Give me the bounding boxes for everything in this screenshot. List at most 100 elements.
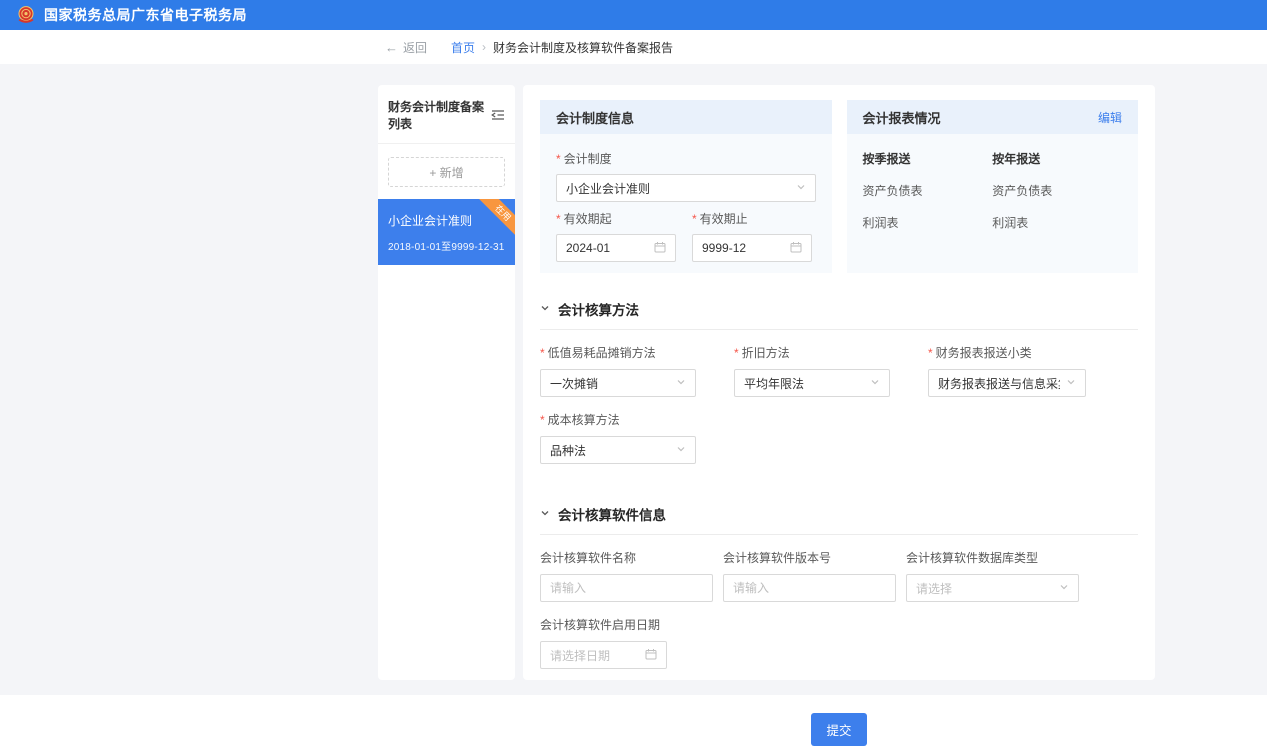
workspace: 财务会计制度备案列表 + 新增 小企业会计准则 2018-01-01至9999-… xyxy=(0,64,1267,695)
database-type-select[interactable]: 请选择 xyxy=(906,574,1079,602)
software-name-input[interactable] xyxy=(540,574,713,602)
chevron-down-icon xyxy=(676,443,686,457)
software-version-input[interactable] xyxy=(723,574,896,602)
back-arrow-icon: ← xyxy=(385,40,398,55)
accounting-system-panel-body: *会计制度 小企业会计准则 *有效期起 xyxy=(540,134,832,273)
valid-to-col: *有效期止 9999-12 xyxy=(692,202,812,262)
section-collapse-icon xyxy=(540,300,550,318)
report-columns: 按季报送 资产负债表 利润表 按年报送 资产负债表 利润表 xyxy=(863,142,1123,246)
software-info-fields: 会计核算软件名称 会计核算软件版本号 会计核算软件数据库类型 请选择 xyxy=(540,535,1138,602)
edit-reports-link[interactable]: 编辑 xyxy=(1098,109,1122,126)
database-type-label: 会计核算软件数据库类型 xyxy=(906,549,1079,566)
accounting-method-fields: *低值易耗品摊销方法 一次摊销 *折旧方法 平均年限法 xyxy=(540,330,1138,464)
valid-from-date-input[interactable]: 2024-01 xyxy=(556,234,676,262)
depreciation-label: *折旧方法 xyxy=(734,344,890,361)
breadcrumb: ← 返回 首页 › 财务会计制度及核算软件备案报告 xyxy=(0,30,1267,64)
cost-method-value: 品种法 xyxy=(550,442,670,459)
accounting-system-panel: 会计制度信息 *会计制度 小企业会计准则 xyxy=(540,100,832,273)
valid-to-date-input[interactable]: 9999-12 xyxy=(692,234,812,262)
software-name-col: 会计核算软件名称 xyxy=(540,535,713,602)
breadcrumb-separator: › xyxy=(482,40,486,54)
main-panel: 会计制度信息 *会计制度 小企业会计准则 xyxy=(523,85,1155,680)
accounting-method-section-header[interactable]: 会计核算方法 xyxy=(540,299,1138,330)
back-button[interactable]: ← 返回 xyxy=(385,39,427,56)
cost-method-select[interactable]: 品种法 xyxy=(540,436,696,464)
calendar-icon xyxy=(654,241,666,256)
submit-row: 提交 xyxy=(523,713,1155,746)
cost-method-col: *成本核算方法 品种法 xyxy=(540,397,696,464)
quarterly-title: 按季报送 xyxy=(863,150,993,167)
enable-date-input[interactable]: 请选择日期 xyxy=(540,641,667,669)
report-item: 利润表 xyxy=(992,214,1122,231)
accounting-system-panel-header: 会计制度信息 xyxy=(540,100,832,134)
report-status-panel-body: 按季报送 资产负债表 利润表 按年报送 资产负债表 利润表 xyxy=(847,134,1139,273)
top-bar: 国家税务总局广东省电子税务局 xyxy=(0,0,1267,30)
report-status-panel-header: 会计报表情况 编辑 xyxy=(847,100,1139,134)
chevron-down-icon xyxy=(870,376,880,390)
sidebar: 财务会计制度备案列表 + 新增 小企业会计准则 2018-01-01至9999-… xyxy=(378,85,515,680)
list-item-name: 小企业会计准则 xyxy=(388,212,505,229)
submit-button[interactable]: 提交 xyxy=(811,713,866,746)
chevron-down-icon xyxy=(1059,581,1069,595)
report-status-panel-title: 会计报表情况 xyxy=(863,108,941,127)
annual-report-column: 按年报送 资产负债表 利润表 xyxy=(992,150,1122,246)
chevron-down-icon xyxy=(676,376,686,390)
valid-from-col: *有效期起 2024-01 xyxy=(556,202,676,262)
quarterly-report-column: 按季报送 资产负债表 利润表 xyxy=(863,150,993,246)
database-type-col: 会计核算软件数据库类型 请选择 xyxy=(906,535,1079,602)
report-item: 资产负债表 xyxy=(992,182,1122,199)
depreciation-value: 平均年限法 xyxy=(744,375,864,392)
database-type-placeholder: 请选择 xyxy=(916,580,1053,597)
add-record-button[interactable]: + 新增 xyxy=(388,157,505,187)
amortization-col: *低值易耗品摊销方法 一次摊销 xyxy=(540,330,696,397)
amortization-value: 一次摊销 xyxy=(550,375,670,392)
amortization-select[interactable]: 一次摊销 xyxy=(540,369,696,397)
amortization-label: *低值易耗品摊销方法 xyxy=(540,344,696,361)
software-info-section-header[interactable]: 会计核算软件信息 xyxy=(540,504,1138,535)
report-subtype-value: 财务报表报送与信息采集（小企业会... xyxy=(938,375,1060,392)
sidebar-title: 财务会计制度备案列表 xyxy=(388,98,491,132)
annual-title: 按年报送 xyxy=(992,150,1122,167)
site-title: 国家税务总局广东省电子税务局 xyxy=(44,5,247,25)
enable-date-placeholder: 请选择日期 xyxy=(550,647,639,664)
breadcrumb-current: 财务会计制度及核算软件备案报告 xyxy=(493,39,673,56)
calendar-icon xyxy=(645,648,657,663)
valid-from-value: 2024-01 xyxy=(566,241,648,255)
enable-date-label: 会计核算软件启用日期 xyxy=(540,616,667,633)
info-panels-row: 会计制度信息 *会计制度 小企业会计准则 xyxy=(540,100,1138,273)
enable-date-col: 会计核算软件启用日期 请选择日期 xyxy=(540,602,667,669)
report-subtype-label: *财务报表报送小类 xyxy=(928,344,1086,361)
back-label: 返回 xyxy=(403,39,427,56)
software-version-col: 会计核算软件版本号 xyxy=(723,535,896,602)
accounting-system-label: *会计制度 xyxy=(556,150,816,167)
accounting-system-select[interactable]: 小企业会计准则 xyxy=(556,174,816,202)
chevron-down-icon xyxy=(796,181,806,195)
calendar-icon xyxy=(790,241,802,256)
depreciation-select[interactable]: 平均年限法 xyxy=(734,369,890,397)
software-date-row: 会计核算软件启用日期 请选择日期 xyxy=(540,602,1138,669)
sidebar-header: 财务会计制度备案列表 xyxy=(378,85,515,144)
report-item: 资产负债表 xyxy=(863,182,993,199)
tax-emblem-logo-icon xyxy=(16,5,36,25)
accounting-system-panel-title: 会计制度信息 xyxy=(556,108,634,127)
valid-from-label: *有效期起 xyxy=(556,210,676,227)
depreciation-col: *折旧方法 平均年限法 xyxy=(734,330,890,397)
report-subtype-col: *财务报表报送小类 财务报表报送与信息采集（小企业会... xyxy=(928,330,1086,397)
section-collapse-icon xyxy=(540,505,550,523)
list-item-accounting-standard[interactable]: 小企业会计准则 2018-01-01至9999-12-31 在用 xyxy=(378,199,515,265)
breadcrumb-home-link[interactable]: 首页 xyxy=(451,39,475,56)
software-name-label: 会计核算软件名称 xyxy=(540,549,713,566)
collapse-list-icon[interactable] xyxy=(491,109,505,121)
chevron-down-icon xyxy=(1066,376,1076,390)
accounting-method-section-title: 会计核算方法 xyxy=(558,299,639,319)
report-status-panel: 会计报表情况 编辑 按季报送 资产负债表 利润表 按年报送 资产负债表 利润 xyxy=(847,100,1139,273)
list-item-period: 2018-01-01至9999-12-31 xyxy=(388,238,505,253)
report-item: 利润表 xyxy=(863,214,993,231)
software-version-label: 会计核算软件版本号 xyxy=(723,549,896,566)
valid-to-label: *有效期止 xyxy=(692,210,812,227)
software-info-section-title: 会计核算软件信息 xyxy=(558,504,666,524)
valid-period-row: *有效期起 2024-01 *有效期止 xyxy=(556,202,816,262)
cost-method-label: *成本核算方法 xyxy=(540,411,696,428)
accounting-system-value: 小企业会计准则 xyxy=(566,180,790,197)
report-subtype-select[interactable]: 财务报表报送与信息采集（小企业会... xyxy=(928,369,1086,397)
